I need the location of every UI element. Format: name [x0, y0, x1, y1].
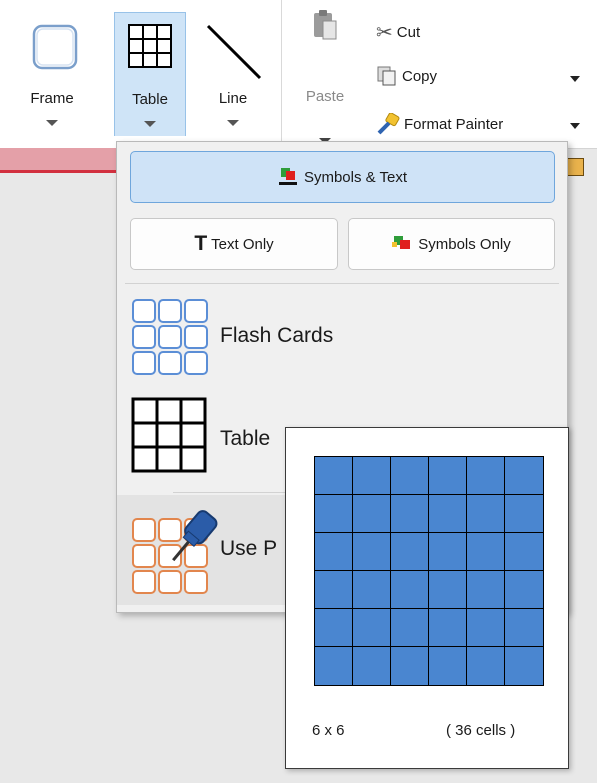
text-t-icon: T — [194, 232, 208, 255]
paste-label: Paste — [305, 88, 345, 105]
clipboard-icon — [314, 10, 337, 40]
table-picker-cell[interactable] — [505, 457, 543, 495]
format-painter-label: Format Painter — [404, 115, 504, 133]
table-picker-cell[interactable] — [391, 533, 429, 571]
symbols-only-label: Symbols Only — [418, 235, 511, 253]
table-picker-cell[interactable] — [391, 647, 429, 685]
table-picker-cell[interactable] — [315, 533, 353, 571]
document-tab-strip — [0, 148, 120, 173]
flash-cards-label: Flash Cards — [220, 324, 334, 347]
table-picker-cell[interactable] — [505, 609, 543, 647]
text-only-label: Text Only — [211, 235, 274, 253]
line-icon — [206, 24, 262, 80]
table-picker-cell[interactable] — [315, 609, 353, 647]
table-picker-cell[interactable] — [353, 647, 391, 685]
frame-icon — [32, 24, 78, 70]
line-label: Line — [218, 90, 248, 107]
table-picker-cell[interactable] — [353, 571, 391, 609]
table-cell-count-label: ( 36 cells ) — [446, 722, 516, 739]
table-picker-cell[interactable] — [429, 495, 467, 533]
table-picker-cell[interactable] — [429, 647, 467, 685]
table-picker-cell[interactable] — [467, 647, 505, 685]
table-picker-cell[interactable] — [429, 457, 467, 495]
table-picker-cell[interactable] — [467, 457, 505, 495]
scissors-icon: ✂ — [376, 21, 393, 44]
table-picker-cell[interactable] — [467, 609, 505, 647]
paste-button[interactable]: Paste — [290, 10, 360, 144]
table-picker-cell[interactable] — [315, 457, 353, 495]
table-picker-cell[interactable] — [429, 533, 467, 571]
format-painter-icon — [377, 113, 400, 135]
use-item-label: Use P — [220, 537, 278, 560]
table-item-label: Table — [220, 427, 271, 450]
table-picker-cell[interactable] — [353, 533, 391, 571]
copy-icon — [377, 66, 396, 86]
table-grid-icon — [131, 397, 207, 473]
symbols-icon — [392, 236, 411, 249]
text-only-button[interactable]: T Text Only — [130, 218, 338, 270]
copy-label: Copy — [402, 67, 438, 85]
table-picker-cell[interactable] — [505, 495, 543, 533]
table-picker-cell[interactable] — [315, 495, 353, 533]
table-picker-cell[interactable] — [467, 571, 505, 609]
flash-cards-item[interactable]: Flash Cards — [117, 294, 567, 382]
table-picker-cell[interactable] — [429, 571, 467, 609]
table-picker-cell[interactable] — [429, 609, 467, 647]
pushpin-cards-icon — [132, 510, 218, 594]
table-picker-cell[interactable] — [391, 609, 429, 647]
table-picker-cell[interactable] — [391, 457, 429, 495]
table-picker-cell[interactable] — [353, 457, 391, 495]
table-icon — [128, 24, 172, 68]
table-grid-picker[interactable] — [314, 456, 544, 686]
frame-button[interactable]: Frame — [26, 12, 78, 136]
resize-corner-icon[interactable] — [566, 158, 584, 176]
chevron-down-icon[interactable] — [570, 123, 580, 129]
table-dimension-label: 6 x 6 — [312, 722, 345, 739]
symbols-and-text-label: Symbols & Text — [303, 168, 408, 186]
table-button[interactable]: Table — [114, 12, 186, 136]
ribbon: Frame Table Line Paste ✂ Cut Copy Format… — [0, 0, 597, 149]
cut-button[interactable]: ✂ Cut — [376, 19, 420, 45]
table-picker-cell[interactable] — [315, 647, 353, 685]
symbols-text-icon — [278, 168, 297, 185]
chevron-down-icon[interactable] — [570, 76, 580, 82]
ribbon-divider — [281, 0, 282, 148]
table-picker-cell[interactable] — [353, 495, 391, 533]
table-picker-cell[interactable] — [505, 533, 543, 571]
cut-label: Cut — [396, 23, 421, 41]
table-picker-cell[interactable] — [315, 571, 353, 609]
symbols-and-text-button[interactable]: Symbols & Text — [130, 151, 555, 203]
copy-button[interactable]: Copy — [376, 63, 437, 89]
chevron-down-icon[interactable] — [46, 120, 58, 126]
table-label: Table — [132, 91, 168, 108]
table-picker-cell[interactable] — [467, 495, 505, 533]
menu-divider — [125, 283, 559, 284]
chevron-down-icon[interactable] — [144, 121, 156, 127]
table-picker-cell[interactable] — [391, 495, 429, 533]
symbols-only-button[interactable]: Symbols Only — [348, 218, 555, 270]
chevron-down-icon[interactable] — [227, 120, 239, 126]
format-painter-button[interactable]: Format Painter — [376, 111, 503, 137]
table-picker-cell[interactable] — [467, 533, 505, 571]
line-button[interactable]: Line — [198, 12, 268, 136]
table-picker-cell[interactable] — [505, 571, 543, 609]
frame-label: Frame — [30, 90, 74, 107]
flash-cards-icon — [132, 299, 208, 375]
table-picker-cell[interactable] — [505, 647, 543, 685]
table-picker-cell[interactable] — [391, 571, 429, 609]
table-size-picker: 6 x 6 ( 36 cells ) — [285, 427, 569, 769]
table-picker-cell[interactable] — [353, 609, 391, 647]
